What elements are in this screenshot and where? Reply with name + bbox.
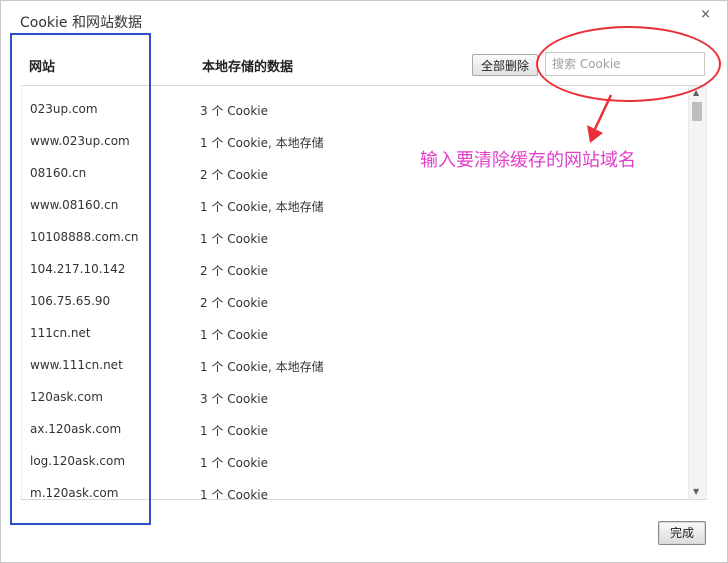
site-data: 1 个 Cookie, 本地存储 bbox=[200, 136, 324, 150]
site-data: 1 个 Cookie, 本地存储 bbox=[200, 200, 324, 214]
scroll-down-icon[interactable]: ▼ bbox=[693, 487, 699, 496]
site-data: 3 个 Cookie bbox=[200, 104, 268, 118]
dialog-title: Cookie 和网站数据 bbox=[20, 15, 142, 31]
scrollbar-thumb[interactable] bbox=[692, 102, 702, 121]
site-data: 1 个 Cookie bbox=[200, 456, 268, 470]
search-highlight-oval bbox=[536, 26, 721, 102]
site-data: 2 个 Cookie bbox=[200, 264, 268, 278]
site-data: 3 个 Cookie bbox=[200, 392, 268, 406]
site-data: 1 个 Cookie, 本地存储 bbox=[200, 360, 324, 374]
close-icon[interactable]: × bbox=[700, 7, 711, 22]
site-data: 2 个 Cookie bbox=[200, 168, 268, 182]
site-data: 1 个 Cookie bbox=[200, 424, 268, 438]
column-header-data: 本地存储的数据 bbox=[202, 60, 294, 75]
site-data: 2 个 Cookie bbox=[200, 296, 268, 310]
site-data: 1 个 Cookie bbox=[200, 328, 268, 342]
annotation-text: 输入要清除缓存的网站域名 bbox=[420, 150, 636, 171]
site-data: 1 个 Cookie bbox=[200, 232, 268, 246]
vertical-scrollbar[interactable]: ▲ ▼ bbox=[688, 86, 706, 499]
done-button[interactable]: 完成 bbox=[658, 521, 706, 545]
delete-all-button[interactable]: 全部删除 bbox=[472, 54, 538, 76]
site-column-highlight-box bbox=[10, 33, 151, 525]
annotation-arrow-icon bbox=[587, 94, 613, 143]
site-data: 1 个 Cookie bbox=[200, 488, 268, 500]
cookie-dialog: Cookie 和网站数据 × 网站 本地存储的数据 全部删除 023up.com… bbox=[0, 0, 728, 563]
